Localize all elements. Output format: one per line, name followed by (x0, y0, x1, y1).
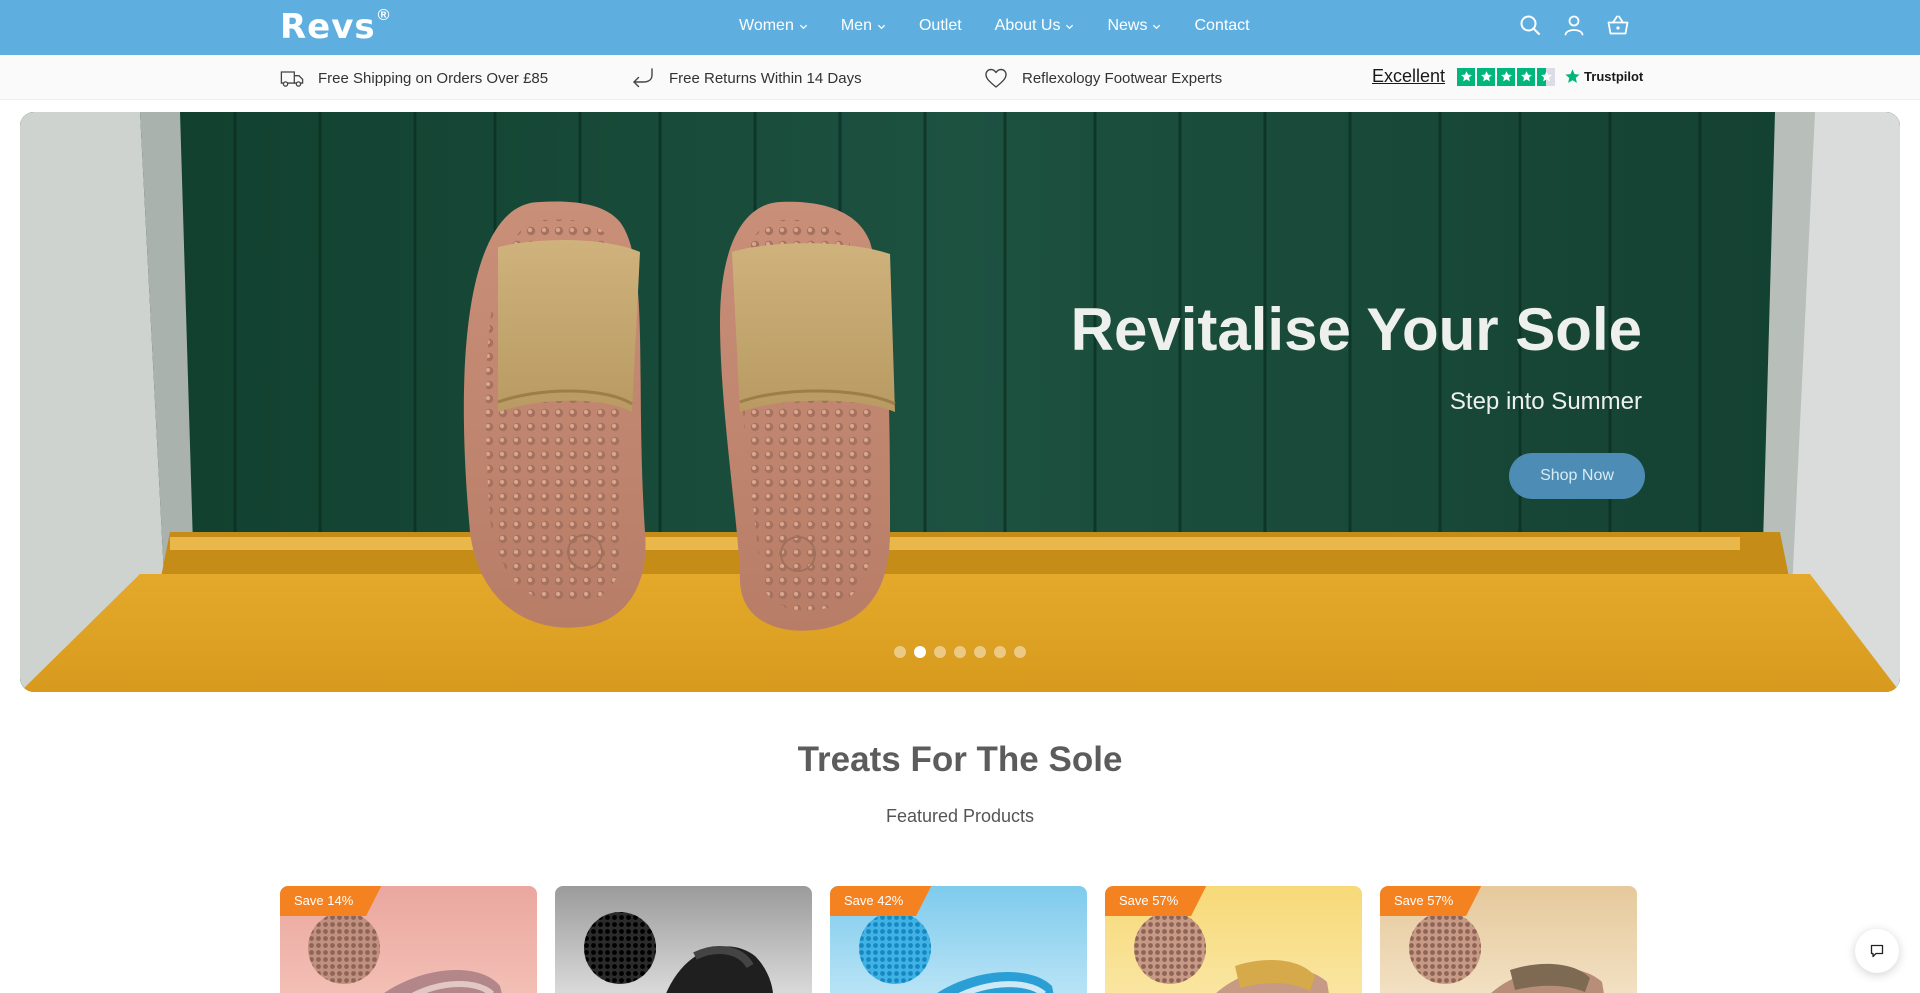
usp-text: Reflexology Footwear Experts (1022, 69, 1223, 87)
right-sandal (720, 201, 896, 631)
slide-dot[interactable] (934, 646, 946, 658)
chevron-down-icon (1066, 24, 1074, 29)
nav-label: Men (840, 17, 872, 34)
product-grid: Save 14% Save 42% Save 57% Save 57% (280, 886, 1637, 993)
logo-text: Revs (280, 7, 376, 47)
registered-mark: ® (377, 7, 390, 24)
star-icon (1457, 67, 1476, 86)
nav-item-men[interactable]: Men (841, 17, 886, 35)
slide-dot[interactable] (994, 646, 1006, 658)
product-card[interactable]: Save 42% (830, 886, 1087, 993)
nav-item-news[interactable]: News (1107, 17, 1161, 35)
usp-bar: Free Shipping on Orders Over £85 Free Re… (0, 55, 1920, 100)
product-card[interactable] (555, 886, 812, 993)
slide-dot[interactable] (954, 646, 966, 658)
slide-dot[interactable] (1014, 646, 1026, 658)
header-actions (1518, 13, 1630, 37)
trustpilot-brand-text: Trustpilot (1584, 69, 1644, 84)
usp-reflexology-experts: Reflexology Footwear Experts (984, 67, 1222, 89)
section-subtitle: Featured Products (885, 806, 1035, 826)
slide-dot-active[interactable] (914, 646, 926, 658)
search-icon[interactable] (1518, 13, 1542, 37)
chevron-down-icon (799, 24, 807, 29)
save-badge: Save 57% (1105, 886, 1207, 916)
half-star-icon (1537, 67, 1556, 86)
trustpilot-star-icon (1565, 69, 1580, 83)
usp-text: Free Shipping on Orders Over £85 (318, 69, 549, 87)
delivery-truck-icon (280, 71, 304, 87)
site-header: Revs ® Women Men Outlet About Us News Co… (0, 0, 1920, 55)
slide-dot[interactable] (974, 646, 986, 658)
product-card[interactable]: Save 14% (280, 886, 537, 993)
nav-item-outlet[interactable]: Outlet (919, 17, 962, 35)
product-card[interactable]: Save 57% (1105, 886, 1362, 993)
chat-launcher-button[interactable] (1855, 929, 1899, 973)
trustpilot-stars (1457, 67, 1556, 86)
section-title: Treats For The Sole (797, 740, 1123, 779)
revs-logo[interactable]: Revs ® (280, 8, 389, 48)
star-icon (1477, 67, 1496, 86)
chevron-down-icon (1153, 24, 1161, 29)
usp-text: Free Returns Within 14 Days (669, 69, 862, 87)
usp-free-shipping: Free Shipping on Orders Over £85 (280, 67, 548, 89)
basket-icon[interactable] (1606, 13, 1630, 37)
heart-icon (985, 68, 1007, 88)
chevron-down-icon (877, 24, 886, 29)
usp-free-returns: Free Returns Within 14 Days (631, 67, 862, 89)
chat-bubble-icon (1870, 944, 1884, 958)
star-icon (1517, 67, 1536, 86)
product-image (555, 886, 812, 993)
product-card[interactable]: Save 57% (1380, 886, 1637, 993)
nav-item-women[interactable]: Women (739, 17, 808, 35)
hero-title: Revitalise Your Sole (1070, 296, 1642, 363)
nav-item-contact[interactable]: Contact (1194, 17, 1249, 35)
slide-pagination (894, 646, 1026, 658)
shop-now-button[interactable]: Shop Now (1509, 453, 1645, 499)
star-icon (1497, 67, 1516, 86)
nav-label: Outlet (918, 17, 962, 34)
trustpilot-logo: Trustpilot (1564, 68, 1643, 85)
save-badge: Save 14% (280, 886, 382, 916)
account-icon[interactable] (1562, 13, 1586, 37)
nav-label: About Us (994, 17, 1061, 34)
main-nav: Women Men Outlet About Us News Contact (739, 0, 1283, 52)
nav-item-about-us[interactable]: About Us (995, 17, 1075, 35)
hero-banner: Revitalise Your Sole Step into Summer Sh… (20, 112, 1900, 692)
save-badge: Save 57% (1380, 886, 1482, 916)
slide-dot[interactable] (894, 646, 906, 658)
nav-label: News (1107, 17, 1148, 34)
return-arrow-icon (633, 68, 653, 88)
nav-label: Contact (1194, 17, 1250, 34)
nav-label: Women (739, 17, 794, 34)
trustpilot-widget[interactable]: Excellent Trustpilot (1372, 66, 1643, 87)
hero-subtitle: Step into Summer (1449, 388, 1642, 415)
trustpilot-rating-text[interactable]: Excellent (1372, 66, 1445, 87)
left-sandal (463, 201, 646, 628)
save-badge: Save 42% (830, 886, 932, 916)
